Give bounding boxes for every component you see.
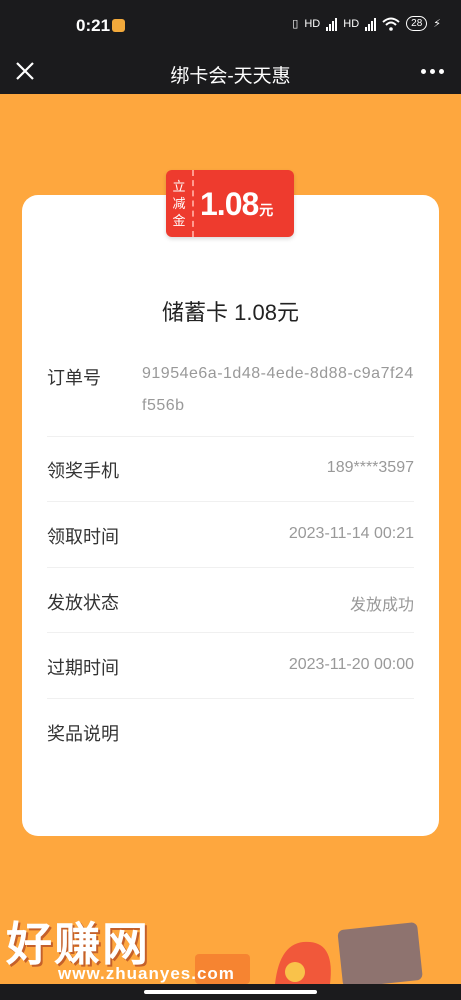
vibrate-icon: ▯ <box>292 18 299 30</box>
row-value: 91954e6a-1d48-4ede-8d88-c9a7f24f556b <box>142 365 414 414</box>
notification-icon <box>112 19 125 32</box>
charging-icon: ⚡ <box>433 18 441 30</box>
info-row-claim-time: 领取时间 2023-11-14 00:21 <box>47 501 414 568</box>
coupon-amount-value: 1.08 <box>200 186 259 222</box>
row-label: 发放状态 <box>47 593 119 613</box>
more-button[interactable] <box>417 56 447 86</box>
coupon-tag-char: 立 <box>172 179 186 194</box>
row-value: 189****3597 <box>326 459 414 476</box>
coupon-amount: 1.08元 <box>200 186 273 223</box>
coupon-tag: 立 减 金 <box>166 170 194 237</box>
status-icons: ▯ HD HD 28 ⚡ <box>292 16 441 31</box>
more-dot-icon <box>420 68 426 74</box>
prize-card: 储蓄卡 1.08元 订单号 91954e6a-1d48-4ede-8d88-c9… <box>22 195 439 836</box>
row-label: 领奖手机 <box>47 461 119 481</box>
home-indicator[interactable] <box>144 990 317 994</box>
row-value: 2023-11-14 00:21 <box>288 525 414 542</box>
coupon-tag-char: 减 <box>172 196 186 211</box>
hd-label-1: HD <box>304 17 321 30</box>
info-row-phone: 领奖手机 189****3597 <box>47 436 414 502</box>
row-label: 奖品说明 <box>47 724 119 744</box>
status-bar: 0:21 ▯ HD HD 28 ⚡ <box>0 0 461 50</box>
row-label: 领取时间 <box>47 527 119 547</box>
info-row-description: 奖品说明 <box>47 698 414 763</box>
signal-icon-1 <box>326 17 338 31</box>
row-label: 订单号 <box>47 368 101 388</box>
info-row-status: 发放状态 发放成功 <box>47 567 414 633</box>
info-row-expiry: 过期时间 2023-11-20 00:00 <box>47 632 414 699</box>
row-label: 过期时间 <box>47 658 119 678</box>
coupon-amount-unit: 元 <box>259 202 273 218</box>
coupon-badge: 立 减 金 1.08元 <box>166 170 294 237</box>
more-dot-icon <box>438 68 444 74</box>
page-title: 绑卡会-天天惠 <box>170 66 291 87</box>
title-bar: 绑卡会-天天惠 <box>0 50 461 94</box>
watermark-url: www.zhuanyes.com <box>58 964 235 983</box>
hd-label-2: HD <box>343 17 360 30</box>
home-bar <box>0 984 461 1000</box>
more-dot-icon <box>429 68 435 74</box>
page-content: 储蓄卡 1.08元 订单号 91954e6a-1d48-4ede-8d88-c9… <box>0 94 461 984</box>
battery-icon: 28 <box>406 16 428 31</box>
info-row-order: 订单号 91954e6a-1d48-4ede-8d88-c9a7f24f556b <box>47 358 414 437</box>
wifi-icon <box>382 17 400 31</box>
row-value: 2023-11-20 00:00 <box>288 656 414 673</box>
coupon-tag-char: 金 <box>172 213 186 228</box>
signal-icon-2 <box>365 17 377 31</box>
card-title: 储蓄卡 1.08元 <box>162 300 299 325</box>
status-time: 0:21 <box>76 16 111 35</box>
row-value: 发放成功 <box>349 597 414 614</box>
